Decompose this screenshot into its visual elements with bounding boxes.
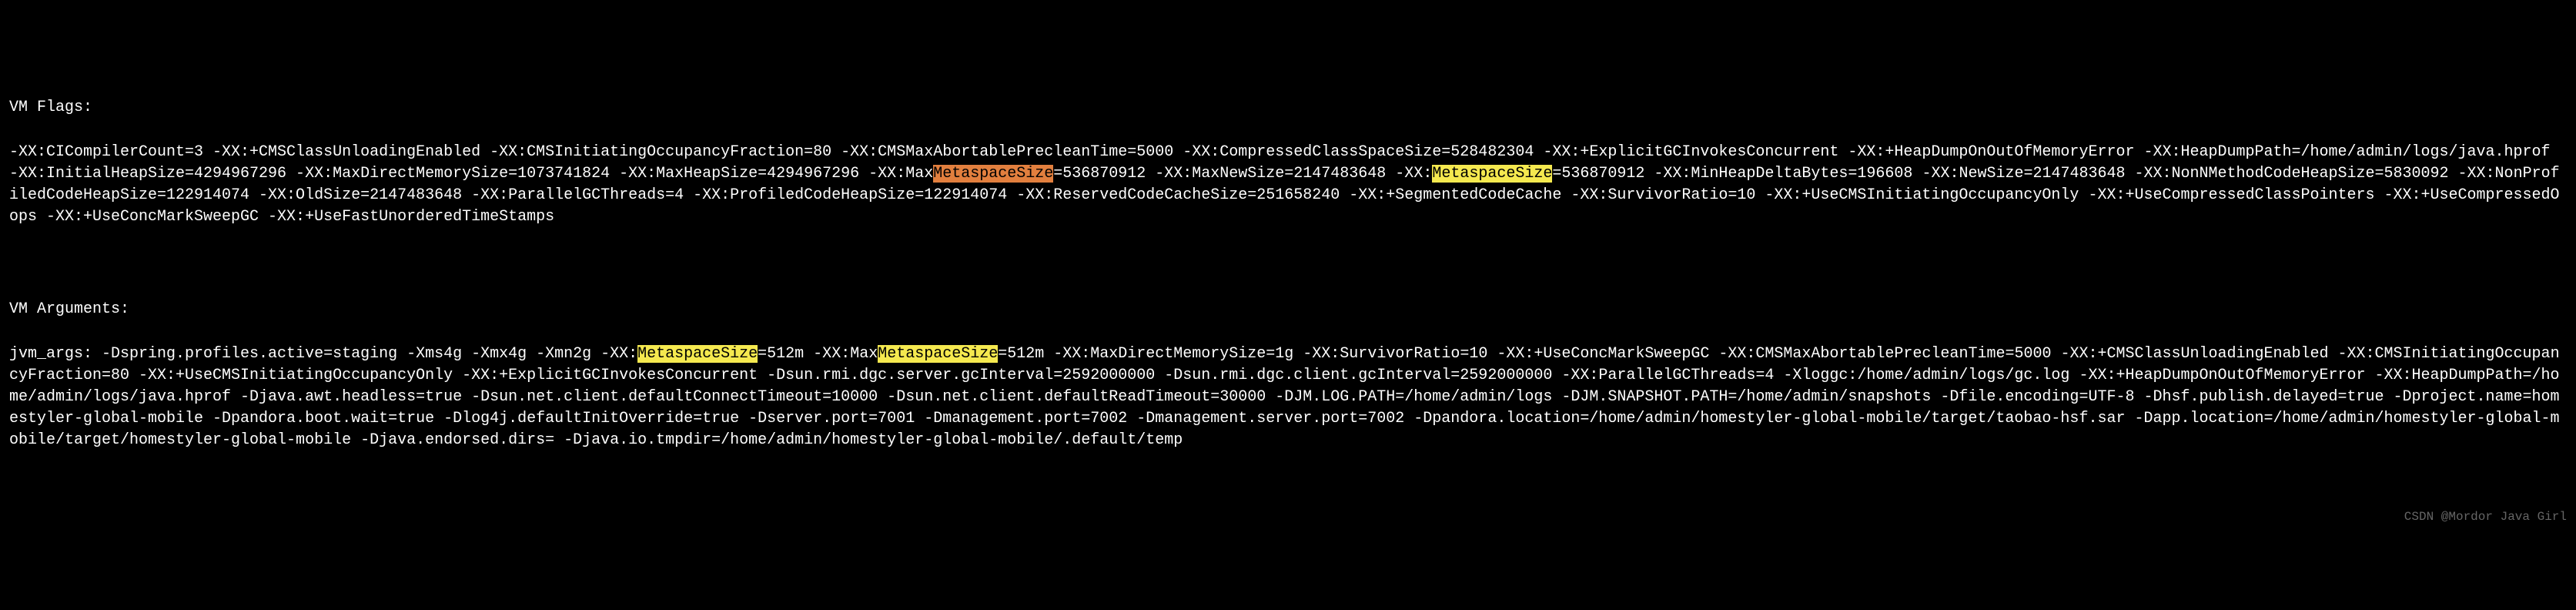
vm-flags-content: -XX:CICompilerCount=3 -XX:+CMSClassUnloa…: [9, 142, 2567, 228]
highlight-metaspacesize-3: MetaspaceSize: [637, 345, 758, 363]
highlight-metaspacesize-1: MetaspaceSize: [933, 165, 1053, 183]
vm-arguments-header: VM Arguments:: [9, 299, 2567, 320]
watermark: CSDN @Mordor Java Girl: [2404, 508, 2567, 525]
vm-flags-header: VM Flags:: [9, 97, 2567, 119]
vm-args-text-1: jvm_args: -Dspring.profiles.active=stagi…: [9, 345, 637, 363]
vm-flags-text-2: =536870912 -XX:MaxNewSize=2147483648 -XX…: [1053, 165, 1432, 183]
blank-line: [9, 251, 2567, 273]
highlight-metaspacesize-2: MetaspaceSize: [1432, 165, 1552, 183]
vm-args-text-2: =512m -XX:Max: [758, 345, 878, 363]
vm-arguments-content: jvm_args: -Dspring.profiles.active=stagi…: [9, 344, 2567, 451]
highlight-metaspacesize-4: MetaspaceSize: [878, 345, 998, 363]
